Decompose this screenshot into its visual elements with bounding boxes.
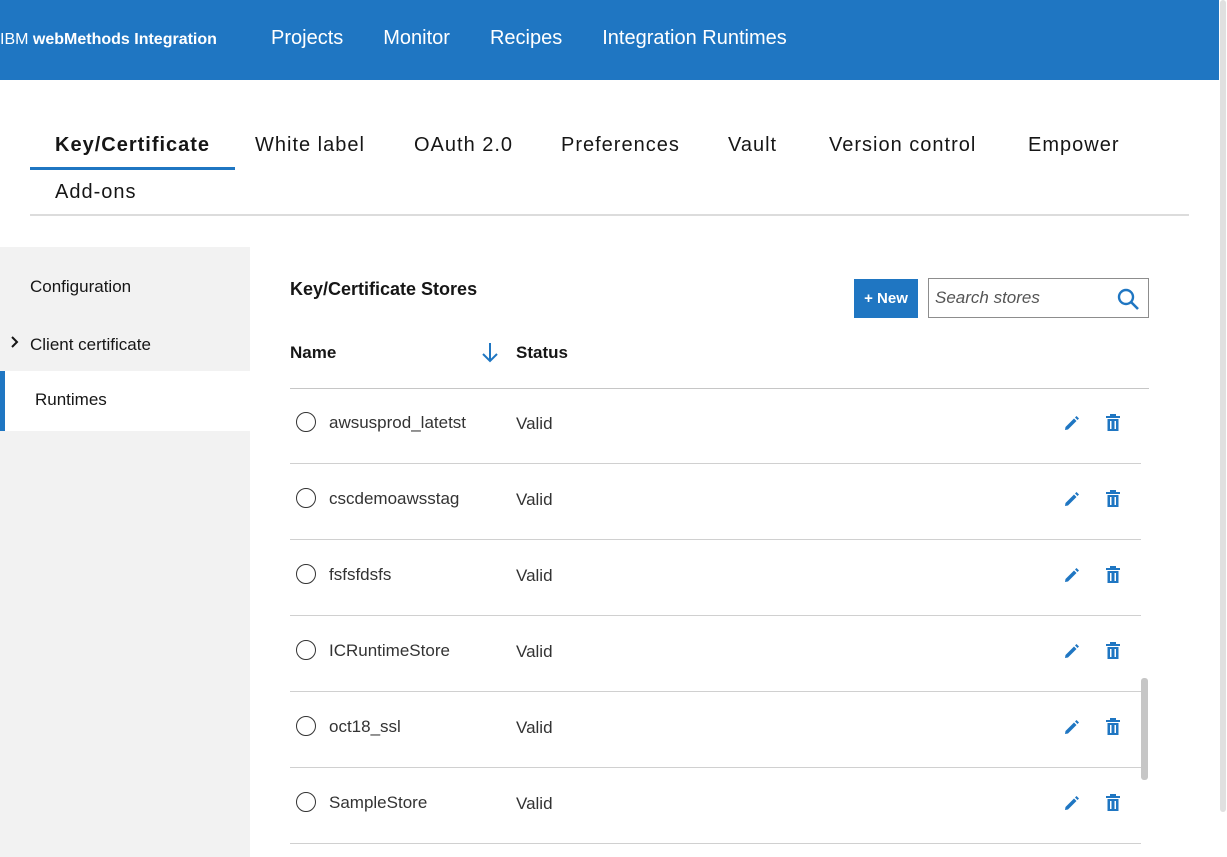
store-status: Valid	[516, 642, 553, 661]
edit-icon[interactable]	[1062, 795, 1080, 813]
delete-icon[interactable]	[1105, 566, 1121, 584]
brand-ibm: IBM	[0, 31, 29, 48]
delete-icon[interactable]	[1105, 642, 1121, 660]
page-scrollbar[interactable]	[1219, 0, 1227, 857]
top-nav: Projects Monitor Recipes Integration Run…	[271, 27, 827, 50]
sidebar-item-label: Configuration	[30, 277, 132, 296]
page-title: Key/Certificate Stores	[290, 279, 478, 299]
nav-integration-runtimes[interactable]: Integration Runtimes	[602, 27, 787, 50]
search-input[interactable]	[935, 287, 1105, 309]
edit-icon[interactable]	[1062, 567, 1080, 585]
edit-icon[interactable]	[1062, 491, 1080, 509]
search-icon[interactable]	[1116, 287, 1140, 311]
table-row[interactable]: oct18_ssl Valid	[290, 692, 1141, 768]
tab-vault[interactable]: Vault	[703, 120, 802, 170]
table-row[interactable]: ICRuntimeStore Valid	[290, 616, 1141, 692]
delete-icon[interactable]	[1105, 414, 1121, 432]
delete-icon[interactable]	[1105, 794, 1121, 812]
store-name: ICRuntimeStore	[329, 641, 450, 660]
new-store-button[interactable]: + New	[854, 279, 918, 318]
store-name: oct18_ssl	[329, 717, 401, 736]
sidebar-item-runtimes[interactable]: Runtimes	[0, 371, 250, 431]
store-status: Valid	[516, 490, 553, 509]
tab-empower[interactable]: Empower	[1003, 120, 1144, 170]
store-status: Valid	[516, 414, 553, 433]
brand-logo[interactable]: IBM webMethods Integration	[0, 31, 217, 49]
store-name: cscdemoawsstag	[329, 489, 460, 508]
tabs-divider	[30, 214, 1189, 216]
column-header-name[interactable]: Name	[290, 343, 336, 363]
edit-icon[interactable]	[1062, 415, 1080, 433]
table-row[interactable]: SampleStore Valid	[290, 768, 1141, 844]
search-box	[928, 278, 1149, 318]
row-radio[interactable]	[296, 488, 316, 508]
store-status: Valid	[516, 566, 553, 585]
row-radio[interactable]	[296, 412, 316, 432]
sort-descending-icon[interactable]	[481, 341, 499, 363]
top-header: IBM webMethods Integration Projects Moni…	[0, 0, 1219, 80]
store-status: Valid	[516, 718, 553, 737]
nav-projects[interactable]: Projects	[271, 27, 343, 50]
chevron-right-icon	[10, 335, 20, 352]
page-scrollbar-thumb[interactable]	[1220, 0, 1226, 812]
nav-monitor[interactable]: Monitor	[383, 27, 450, 50]
brand-product: webMethods Integration	[32, 31, 217, 48]
tab-white-label[interactable]: White label	[230, 120, 390, 170]
store-name: awsusprod_latetst	[329, 413, 467, 432]
tab-key-certificate[interactable]: Key/Certificate	[30, 120, 236, 170]
tab-oauth[interactable]: OAuth 2.0	[389, 120, 538, 170]
column-header-status[interactable]: Status	[516, 343, 568, 363]
row-radio[interactable]	[296, 640, 316, 660]
nav-recipes[interactable]: Recipes	[490, 27, 562, 50]
store-status: Valid	[516, 794, 553, 813]
table-scrollbar-thumb[interactable]	[1141, 678, 1148, 780]
store-name: SampleStore	[329, 793, 428, 812]
left-sidebar: Configuration Client certificate Runtime…	[0, 247, 250, 857]
row-radio[interactable]	[296, 792, 316, 812]
sidebar-item-label: Client certificate	[30, 335, 151, 354]
delete-icon[interactable]	[1105, 490, 1121, 508]
tab-add-ons[interactable]: Add-ons	[30, 167, 162, 217]
sidebar-item-label: Runtimes	[35, 390, 107, 409]
tab-version-control[interactable]: Version control	[804, 120, 1001, 170]
row-radio[interactable]	[296, 716, 316, 736]
row-radio[interactable]	[296, 564, 316, 584]
table-row[interactable]: cscdemoawsstag Valid	[290, 464, 1141, 540]
edit-icon[interactable]	[1062, 643, 1080, 661]
delete-icon[interactable]	[1105, 718, 1121, 736]
sidebar-item-client-certificate[interactable]: Client certificate	[0, 335, 250, 359]
tab-preferences[interactable]: Preferences	[536, 120, 705, 170]
sidebar-item-configuration[interactable]: Configuration	[0, 277, 250, 301]
table-row[interactable]: awsusprod_latetst Valid	[290, 388, 1141, 464]
store-name: fsfsfdsfs	[329, 565, 392, 584]
table-row[interactable]: fsfsfdsfs Valid	[290, 540, 1141, 616]
edit-icon[interactable]	[1062, 719, 1080, 737]
